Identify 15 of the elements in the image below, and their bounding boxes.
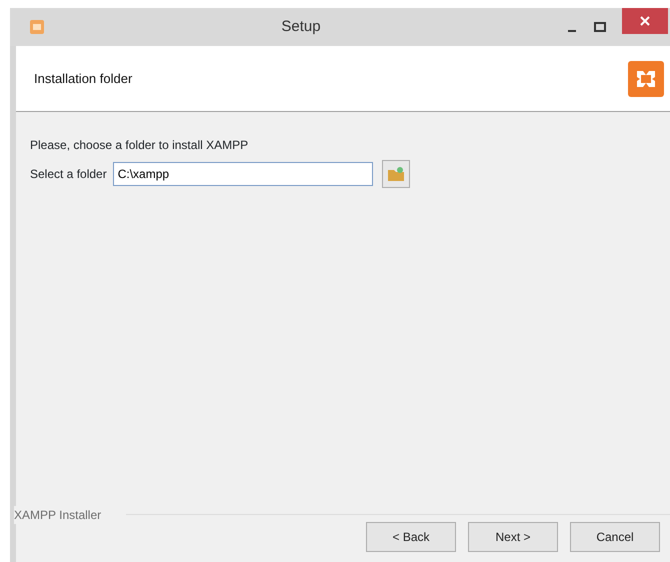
maximize-icon: [594, 22, 606, 32]
logo-icon: [628, 60, 664, 96]
app-icon: [30, 20, 44, 34]
instruction-text: Please, choose a folder to install XAMPP: [30, 137, 250, 154]
field-label: Select a folder: [30, 166, 107, 183]
cancel-button[interactable]: Cancel: [570, 522, 660, 552]
close-icon: [640, 16, 650, 26]
back-button[interactable]: < Back: [366, 522, 456, 552]
folder-icon: [386, 166, 405, 182]
window-title: Setup: [281, 18, 321, 35]
close-button[interactable]: [622, 8, 668, 34]
minimize-icon: [568, 30, 576, 32]
page-heading: Installation folder: [34, 70, 132, 88]
next-button[interactable]: Next >: [468, 522, 558, 552]
folder-input[interactable]: C:\xampp: [112, 162, 373, 186]
